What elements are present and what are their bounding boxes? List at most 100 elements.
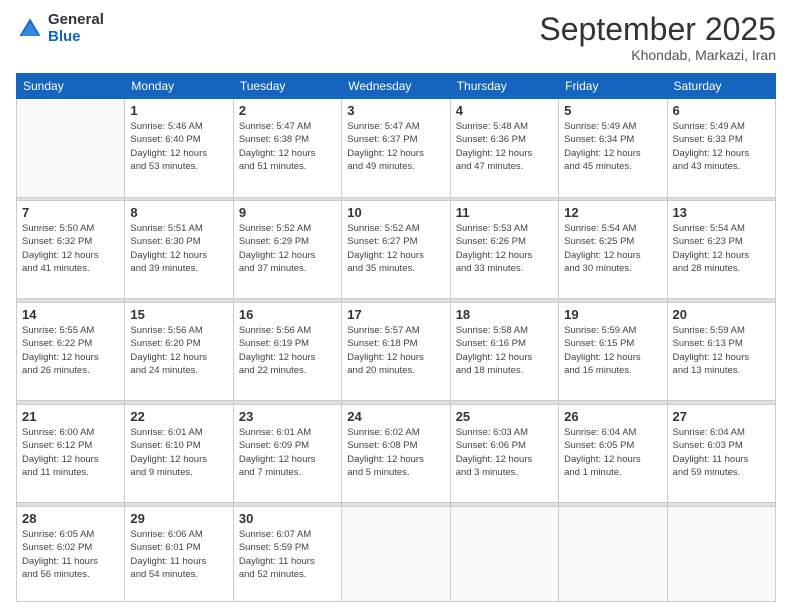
col-sunday: Sunday [17, 74, 125, 99]
table-cell [450, 506, 558, 601]
day-info: Sunrise: 5:54 AM Sunset: 6:25 PM Dayligh… [564, 222, 661, 275]
table-cell: 16Sunrise: 5:56 AM Sunset: 6:19 PM Dayli… [233, 303, 341, 401]
day-number: 6 [673, 103, 770, 118]
table-cell: 22 Sunrise: 6:01 AM Sunset: 6:10 PM Dayli… [125, 405, 233, 503]
table-cell: 19 Sunrise: 5:59 AM Sunset: 6:15 PM Dayli… [559, 303, 667, 401]
day-number: 13 [673, 205, 770, 220]
table-cell: 8Sunrise: 5:51 AM Sunset: 6:30 PM Daylig… [125, 201, 233, 299]
table-cell [17, 99, 125, 197]
table-cell: 26 Sunrise: 6:04 AM Sunset: 6:05 PM Dayli… [559, 405, 667, 503]
day-info: Sunrise: 5:55 AM Sunset: 6:22 PM Dayligh… [22, 324, 119, 377]
week-row-5: 28 Sunrise: 6:05 AM Sunset: 6:02 PM Dayli… [17, 506, 776, 601]
table-cell: 4 Sunrise: 5:48 AM Sunset: 6:36 PM Daylig… [450, 99, 558, 197]
table-cell: 6 Sunrise: 5:49 AM Sunset: 6:33 PM Daylig… [667, 99, 775, 197]
day-info: Sunrise: 5:52 AM Sunset: 6:29 PM Dayligh… [239, 222, 336, 275]
day-info: Sunrise: 6:06 AM Sunset: 6:01 PM Dayligh… [130, 528, 227, 581]
day-number: 17 [347, 307, 444, 322]
logo-general-text: General [48, 12, 104, 29]
col-tuesday: Tuesday [233, 74, 341, 99]
day-info: Sunrise: 6:02 AM Sunset: 6:08 PM Dayligh… [347, 426, 444, 479]
day-number: 19 [564, 307, 661, 322]
day-number: 4 [456, 103, 553, 118]
header: General Blue September 2025 Khondab, Mar… [16, 12, 776, 63]
day-info: Sunrise: 5:46 AM Sunset: 6:40 PM Dayligh… [130, 120, 227, 173]
day-info: Sunrise: 5:57 AM Sunset: 6:18 PM Dayligh… [347, 324, 444, 377]
day-number: 18 [456, 307, 553, 322]
table-cell: 9 Sunrise: 5:52 AM Sunset: 6:29 PM Daylig… [233, 201, 341, 299]
day-info: Sunrise: 6:00 AM Sunset: 6:12 PM Dayligh… [22, 426, 119, 479]
day-number: 5 [564, 103, 661, 118]
week-row-4: 21 Sunrise: 6:00 AM Sunset: 6:12 PM Dayli… [17, 405, 776, 503]
table-cell [342, 506, 450, 601]
day-info: Sunrise: 6:05 AM Sunset: 6:02 PM Dayligh… [22, 528, 119, 581]
day-info: Sunrise: 5:49 AM Sunset: 6:33 PM Dayligh… [673, 120, 770, 173]
day-info: Sunrise: 6:04 AM Sunset: 6:03 PM Dayligh… [673, 426, 770, 479]
table-cell: 20 Sunrise: 5:59 AM Sunset: 6:13 PM Dayli… [667, 303, 775, 401]
day-info: Sunrise: 5:53 AM Sunset: 6:26 PM Dayligh… [456, 222, 553, 275]
day-number: 25 [456, 409, 553, 424]
table-cell: 3 Sunrise: 5:47 AM Sunset: 6:37 PM Daylig… [342, 99, 450, 197]
day-info: Sunrise: 5:59 AM Sunset: 6:13 PM Dayligh… [673, 324, 770, 377]
table-cell: 29 Sunrise: 6:06 AM Sunset: 6:01 PM Dayli… [125, 506, 233, 601]
day-number: 28 [22, 511, 119, 526]
logo-icon [16, 15, 44, 43]
day-number: 7 [22, 205, 119, 220]
day-info: Sunrise: 5:52 AM Sunset: 6:27 PM Dayligh… [347, 222, 444, 275]
table-cell: 17 Sunrise: 5:57 AM Sunset: 6:18 PM Dayli… [342, 303, 450, 401]
day-info: Sunrise: 5:58 AM Sunset: 6:16 PM Dayligh… [456, 324, 553, 377]
day-number: 23 [239, 409, 336, 424]
day-info: Sunrise: 5:47 AM Sunset: 6:37 PM Dayligh… [347, 120, 444, 173]
day-number: 1 [130, 103, 227, 118]
day-number: 26 [564, 409, 661, 424]
table-cell: 11Sunrise: 5:53 AM Sunset: 6:26 PM Dayli… [450, 201, 558, 299]
week-row-3: 14 Sunrise: 5:55 AM Sunset: 6:22 PM Dayli… [17, 303, 776, 401]
table-cell: 14 Sunrise: 5:55 AM Sunset: 6:22 PM Dayli… [17, 303, 125, 401]
table-cell: 7 Sunrise: 5:50 AM Sunset: 6:32 PM Daylig… [17, 201, 125, 299]
col-monday: Monday [125, 74, 233, 99]
day-info: Sunrise: 6:01 AM Sunset: 6:09 PM Dayligh… [239, 426, 336, 479]
table-cell: 25 Sunrise: 6:03 AM Sunset: 6:06 PM Dayli… [450, 405, 558, 503]
day-info: Sunrise: 5:48 AM Sunset: 6:36 PM Dayligh… [456, 120, 553, 173]
day-number: 24 [347, 409, 444, 424]
day-info: Sunrise: 6:03 AM Sunset: 6:06 PM Dayligh… [456, 426, 553, 479]
col-friday: Friday [559, 74, 667, 99]
day-info: Sunrise: 5:56 AM Sunset: 6:20 PM Dayligh… [130, 324, 227, 377]
table-cell: 23 Sunrise: 6:01 AM Sunset: 6:09 PM Dayli… [233, 405, 341, 503]
table-cell [667, 506, 775, 601]
col-thursday: Thursday [450, 74, 558, 99]
calendar-table: Sunday Monday Tuesday Wednesday Thursday… [16, 73, 776, 602]
week-row-2: 7 Sunrise: 5:50 AM Sunset: 6:32 PM Daylig… [17, 201, 776, 299]
header-row: Sunday Monday Tuesday Wednesday Thursday… [17, 74, 776, 99]
table-cell: 5Sunrise: 5:49 AM Sunset: 6:34 PM Daylig… [559, 99, 667, 197]
day-number: 27 [673, 409, 770, 424]
table-cell: 28 Sunrise: 6:05 AM Sunset: 6:02 PM Dayli… [17, 506, 125, 601]
day-info: Sunrise: 5:50 AM Sunset: 6:32 PM Dayligh… [22, 222, 119, 275]
table-cell: 27 Sunrise: 6:04 AM Sunset: 6:03 PM Dayli… [667, 405, 775, 503]
day-number: 21 [22, 409, 119, 424]
table-cell: 15Sunrise: 5:56 AM Sunset: 6:20 PM Dayli… [125, 303, 233, 401]
day-number: 9 [239, 205, 336, 220]
day-number: 20 [673, 307, 770, 322]
day-info: Sunrise: 6:04 AM Sunset: 6:05 PM Dayligh… [564, 426, 661, 479]
day-info: Sunrise: 5:54 AM Sunset: 6:23 PM Dayligh… [673, 222, 770, 275]
day-info: Sunrise: 6:01 AM Sunset: 6:10 PM Dayligh… [130, 426, 227, 479]
calendar-title: September 2025 [539, 12, 776, 47]
calendar-subtitle: Khondab, Markazi, Iran [539, 47, 776, 63]
day-number: 8 [130, 205, 227, 220]
day-number: 29 [130, 511, 227, 526]
logo-blue-text: Blue [48, 29, 104, 46]
day-info: Sunrise: 5:59 AM Sunset: 6:15 PM Dayligh… [564, 324, 661, 377]
table-cell: 12Sunrise: 5:54 AM Sunset: 6:25 PM Dayli… [559, 201, 667, 299]
day-number: 16 [239, 307, 336, 322]
day-number: 30 [239, 511, 336, 526]
day-info: Sunrise: 5:47 AM Sunset: 6:38 PM Dayligh… [239, 120, 336, 173]
day-number: 3 [347, 103, 444, 118]
day-number: 22 [130, 409, 227, 424]
day-number: 2 [239, 103, 336, 118]
title-block: September 2025 Khondab, Markazi, Iran [539, 12, 776, 63]
table-cell: 1 Sunrise: 5:46 AM Sunset: 6:40 PM Daylig… [125, 99, 233, 197]
logo: General Blue [16, 12, 104, 45]
table-cell: 2 Sunrise: 5:47 AM Sunset: 6:38 PM Daylig… [233, 99, 341, 197]
table-cell [559, 506, 667, 601]
day-number: 14 [22, 307, 119, 322]
